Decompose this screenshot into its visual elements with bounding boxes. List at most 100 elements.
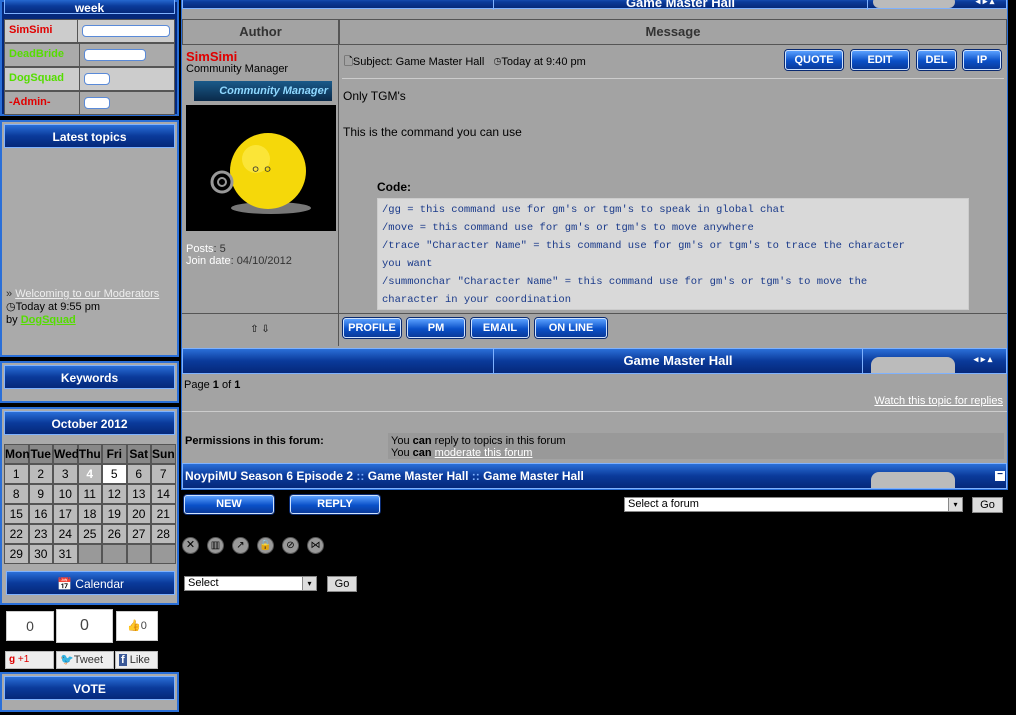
top-posters-list: SimSimi DeadBride DogSquad -Admin-: [4, 19, 175, 115]
forum-go-button[interactable]: Go: [972, 497, 1003, 513]
permissions-list: You can reply to topics in this forum Yo…: [388, 433, 1004, 459]
collapse-icon[interactable]: −: [995, 470, 1005, 481]
chevron-down-icon[interactable]: ▾: [302, 577, 316, 590]
tweet-button[interactable]: 🐦Tweet: [56, 651, 114, 669]
delete-button[interactable]: DEL: [917, 50, 956, 70]
moderate-link[interactable]: moderate this forum: [435, 447, 533, 459]
latest-topics-panel: Latest topics » Welcoming to our Moderat…: [0, 120, 179, 357]
quote-button[interactable]: QUOTE: [785, 50, 843, 70]
subject-label: Subject:: [352, 56, 393, 68]
calendar-weekday: Thu: [77, 444, 102, 464]
fb-like-button[interactable]: f Like: [115, 651, 158, 669]
calendar-week: 8 9 10 11 12 13 14: [4, 484, 176, 504]
new-topic-button[interactable]: NEW: [184, 495, 274, 514]
latest-topic-link[interactable]: Welcoming to our Moderators: [15, 288, 159, 300]
breadcrumb: NoypiMU Season 6 Episode 2 :: Game Maste…: [182, 463, 1007, 489]
arrow-down-icon[interactable]: ⇩: [261, 324, 269, 335]
ip-button[interactable]: IP: [963, 50, 1001, 70]
move-topic-icon[interactable]: ↗: [232, 537, 249, 554]
calendar-cell: 2: [28, 464, 53, 484]
avatar-chick-image: ㅇ ㅇ: [210, 133, 311, 214]
gplus-button[interactable]: g +1: [5, 651, 54, 669]
calendar-cell: 30: [28, 544, 53, 564]
poster-bar: [82, 25, 170, 37]
calendar-cell: 12: [102, 484, 127, 504]
moderation-go-button[interactable]: Go: [327, 576, 357, 592]
code-line: /summonchar "Character Name" = this comm…: [382, 276, 868, 288]
forum-select-value: Select a forum: [628, 498, 699, 510]
calendar-panel: October 2012 Mon Tue Wed Thu Fri Sat Sun 1 2 3 4 5 6…: [0, 407, 179, 605]
topic-title-bottom: Game Master Hall: [493, 349, 863, 373]
calendar-cell: [151, 544, 176, 564]
calendar-button[interactable]: 📅 Calendar: [6, 571, 175, 595]
moderation-select[interactable]: Select ▾: [184, 576, 317, 591]
pm-button[interactable]: PM: [407, 318, 465, 338]
calendar-cell: 5: [102, 464, 127, 484]
nav-arrows-icon[interactable]: ◂ ▸ ▴: [961, 354, 1005, 365]
gplus-icon: g: [9, 654, 16, 665]
online-button[interactable]: ON LINE: [535, 318, 607, 338]
moderation-tools: ✕ ▥ ↗ 🔒 ⊘ ⋈: [182, 537, 324, 554]
poster-name[interactable]: DeadBride: [5, 44, 80, 66]
perm-you: You: [391, 435, 410, 447]
page-current: 1: [212, 379, 219, 391]
posts-value: 5: [219, 243, 226, 255]
perm-can: can: [412, 435, 432, 447]
breadcrumb-separator-icon: ::: [356, 469, 365, 483]
breadcrumb-item[interactable]: NoypiMU Season 6 Episode 2: [185, 469, 353, 483]
split-topic-icon[interactable]: ⊘: [282, 537, 299, 554]
merge-topic-icon[interactable]: ⋈: [307, 537, 324, 554]
avatar: ㅇ ㅇ: [186, 105, 336, 231]
calendar-cell: [126, 544, 151, 564]
message-cell: 🗋Subject: Game Master Hall ◷Today at 9:4…: [340, 45, 1007, 313]
calendar-cell: 16: [28, 504, 53, 524]
breadcrumb-item[interactable]: Game Master Hall: [483, 469, 584, 483]
calendar-grid: Mon Tue Wed Thu Fri Sat Sun 1 2 3 4 5 6 7 8 9 10 11 12 13 14…: [4, 444, 176, 564]
calendar-cell: 10: [53, 484, 78, 504]
calendar-icon: 📅: [57, 577, 72, 591]
page-total: 1: [234, 379, 241, 391]
calendar-header: October 2012: [4, 411, 175, 435]
calendar-week: 29 30 31: [4, 544, 176, 564]
post-icon: 🗋: [344, 56, 353, 68]
join-date-line: Join date: 04/10/2012: [186, 255, 292, 267]
lock-icon[interactable]: 🔒: [257, 537, 274, 554]
post-author-rank: Community Manager: [186, 63, 289, 75]
post-line-2: This is the command you can use: [343, 125, 522, 139]
breadcrumb-trail: NoypiMU Season 6 Episode 2 :: Game Maste…: [185, 469, 584, 483]
calendar-weekday: Sat: [126, 444, 151, 464]
permissions-title: Permissions in this forum:: [185, 435, 324, 447]
poster-name[interactable]: DogSquad: [5, 68, 80, 90]
code-line: character in your coordination: [382, 294, 572, 306]
calendar-cell: 18: [77, 504, 102, 524]
post-line-1: Only TGM's: [343, 89, 406, 103]
email-button[interactable]: EMAIL: [471, 318, 529, 338]
reply-button[interactable]: REPLY: [290, 495, 380, 514]
poster-name[interactable]: SimSimi: [5, 20, 78, 42]
profile-button[interactable]: PROFILE: [343, 318, 401, 338]
arrow-up-icon[interactable]: ⇧: [250, 324, 258, 335]
poster-bar: [84, 97, 110, 109]
post-subject-line: 🗋Subject: Game Master Hall ◷Today at 9:4…: [344, 53, 586, 72]
chevron-down-icon[interactable]: ▾: [948, 498, 962, 511]
calendar-cell: 25: [77, 524, 102, 544]
latest-topic-user[interactable]: DogSquad: [21, 314, 76, 326]
poster-row: DogSquad: [4, 67, 175, 91]
edit-button[interactable]: EDIT: [851, 50, 909, 70]
poster-name[interactable]: -Admin-: [5, 92, 80, 114]
calendar-cell: 22: [4, 524, 29, 544]
trash-icon[interactable]: ▥: [207, 537, 224, 554]
breadcrumb-tab: [871, 472, 955, 488]
post-nav-arrows[interactable]: ⇧ ⇩: [182, 314, 339, 346]
perm-can: can: [412, 447, 432, 459]
delete-topic-icon[interactable]: ✕: [182, 537, 199, 554]
post-author-name[interactable]: SimSimi: [186, 49, 237, 64]
calendar-cell: 29: [4, 544, 29, 564]
like-count-box: 👍0: [116, 611, 158, 641]
permission-moderate: You can moderate this forum: [391, 447, 1001, 459]
breadcrumb-item[interactable]: Game Master Hall: [368, 469, 469, 483]
latest-topic-time: Today at 9:55 pm: [15, 301, 100, 313]
forum-select[interactable]: Select a forum ▾: [624, 497, 963, 512]
nav-arrows-icon[interactable]: ◂ ▸ ▴: [965, 0, 1005, 7]
watch-topic-link[interactable]: Watch this topic for replies: [874, 395, 1003, 407]
